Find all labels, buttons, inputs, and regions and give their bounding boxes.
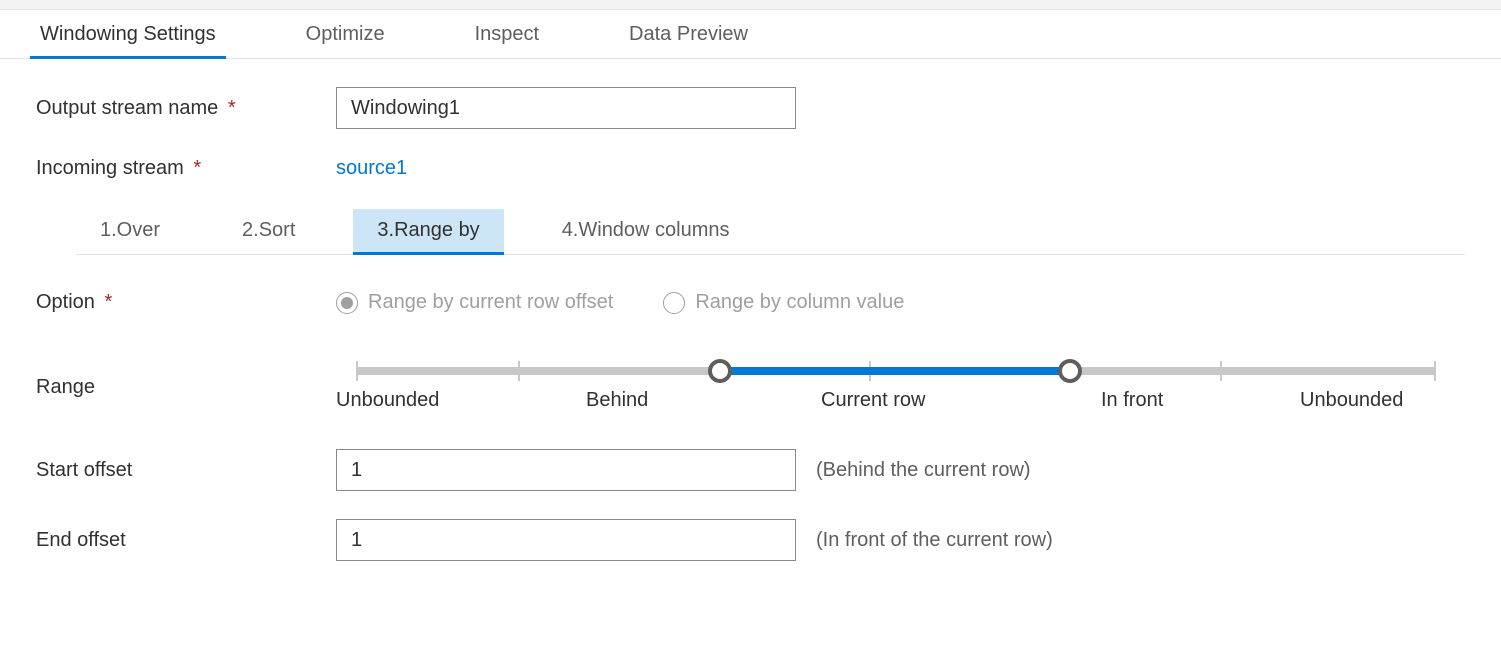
row-output-stream: Output stream name * — [36, 87, 1465, 129]
required-asterisk: * — [228, 97, 236, 119]
row-incoming-stream: Incoming stream * source1 — [36, 157, 1465, 180]
range-tick — [1434, 361, 1436, 381]
input-output-stream-name[interactable] — [336, 87, 796, 129]
radio-column-label: Range by column value — [695, 291, 904, 314]
range-tick — [518, 361, 520, 381]
range-label-in-front: In front — [1101, 389, 1163, 412]
radio-circle-icon — [336, 292, 358, 314]
label-start-offset: Start offset — [36, 459, 336, 482]
tab-windowing-settings[interactable]: Windowing Settings — [30, 11, 226, 59]
range-tick — [356, 361, 358, 381]
range-selected-track — [720, 367, 1070, 375]
label-output-stream-text: Output stream name — [36, 97, 218, 119]
range-label-behind: Behind — [586, 389, 648, 412]
range-slider-area: Unbounded Behind Current row In front Un… — [336, 367, 1465, 375]
input-start-offset[interactable] — [336, 449, 796, 491]
hint-start-offset: (Behind the current row) — [816, 459, 1031, 482]
range-tick — [1220, 361, 1222, 381]
link-incoming-stream[interactable]: source1 — [336, 157, 407, 180]
required-asterisk: * — [193, 157, 201, 179]
subtab-range-by[interactable]: 3.Range by — [353, 209, 503, 255]
subtab-sort[interactable]: 2.Sort — [218, 209, 319, 255]
label-option-text: Option — [36, 291, 95, 313]
section-range-by: Option * Range by current row offset Ran… — [36, 255, 1465, 561]
row-start-offset: Start offset (Behind the current row) — [36, 449, 1465, 491]
label-end-offset: End offset — [36, 529, 336, 552]
range-label-unbounded-left: Unbounded — [336, 389, 439, 412]
top-bar — [0, 0, 1501, 10]
label-output-stream: Output stream name * — [36, 97, 336, 120]
range-label-unbounded-right: Unbounded — [1300, 389, 1403, 412]
input-end-offset[interactable] — [336, 519, 796, 561]
hint-end-offset: (In front of the current row) — [816, 529, 1053, 552]
tab-optimize[interactable]: Optimize — [296, 11, 395, 59]
radio-group-option: Range by current row offset Range by col… — [336, 291, 904, 314]
required-asterisk: * — [105, 291, 113, 313]
sub-tab-bar: 1.Over 2.Sort 3.Range by 4.Window column… — [76, 208, 1465, 255]
radio-range-by-offset[interactable]: Range by current row offset — [336, 291, 613, 314]
subtab-window-columns[interactable]: 4.Window columns — [538, 209, 754, 255]
main-tab-bar: Windowing Settings Optimize Inspect Data… — [0, 10, 1501, 59]
content-area: Output stream name * Incoming stream * s… — [0, 59, 1501, 617]
range-handle-start[interactable] — [708, 359, 732, 383]
range-track[interactable] — [356, 367, 1436, 375]
tab-data-preview[interactable]: Data Preview — [619, 11, 758, 59]
range-label-current-row: Current row — [821, 389, 925, 412]
radio-offset-label: Range by current row offset — [368, 291, 613, 314]
range-handle-end[interactable] — [1058, 359, 1082, 383]
label-incoming-stream-text: Incoming stream — [36, 157, 184, 179]
label-option: Option * — [36, 291, 336, 314]
label-range: Range — [36, 342, 336, 399]
subtab-over[interactable]: 1.Over — [76, 209, 184, 255]
label-incoming-stream: Incoming stream * — [36, 157, 336, 180]
row-end-offset: End offset (In front of the current row) — [36, 519, 1465, 561]
row-option: Option * Range by current row offset Ran… — [36, 291, 1465, 314]
radio-range-by-column[interactable]: Range by column value — [663, 291, 904, 314]
tab-inspect[interactable]: Inspect — [465, 11, 549, 59]
radio-circle-icon — [663, 292, 685, 314]
